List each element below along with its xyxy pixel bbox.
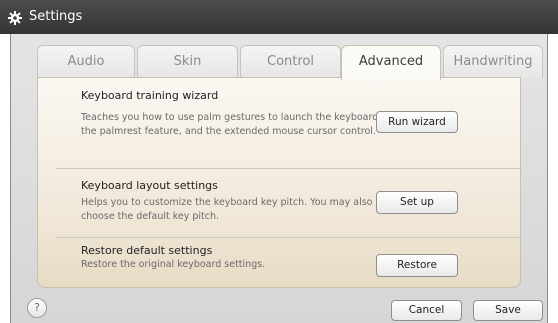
training-description-line: the palmrest feature, and the extended m… xyxy=(81,126,376,137)
cancel-button[interactable]: Cancel xyxy=(391,300,462,321)
tab-audio[interactable]: Audio xyxy=(37,45,135,78)
training-heading: Keyboard training wizard xyxy=(81,89,219,102)
restore-description: Restore the original keyboard settings. xyxy=(81,258,265,272)
window-title: Settings xyxy=(29,9,83,24)
section-divider xyxy=(56,237,522,238)
layout-description-line: choose the default key pitch. xyxy=(81,211,220,222)
advanced-panel: Keyboard training wizard Teaches you how… xyxy=(37,77,522,288)
title-bar: Settings xyxy=(0,0,558,34)
gear-icon xyxy=(8,10,22,25)
restore-heading: Restore default settings xyxy=(81,244,213,257)
layout-description: Helps you to customize the keyboard key … xyxy=(81,196,373,224)
tab-skin[interactable]: Skin xyxy=(137,45,238,78)
save-button[interactable]: Save xyxy=(473,300,543,321)
help-button[interactable]: ? xyxy=(27,298,47,318)
tab-advanced[interactable]: Advanced xyxy=(341,45,441,80)
restore-description-line: Restore the original keyboard settings. xyxy=(81,259,266,270)
tab-control[interactable]: Control xyxy=(240,45,341,78)
restore-button[interactable]: Restore xyxy=(376,254,458,277)
tab-handwriting[interactable]: Handwriting xyxy=(443,45,543,78)
training-description: Teaches you how to use palm gestures to … xyxy=(81,111,381,139)
run-wizard-button[interactable]: Run wizard xyxy=(376,111,458,133)
set-up-button[interactable]: Set up xyxy=(376,191,458,214)
training-description-line: Teaches you how to use palm gestures to … xyxy=(81,112,382,123)
layout-heading: Keyboard layout settings xyxy=(81,179,218,192)
layout-description-line: Helps you to customize the keyboard key … xyxy=(81,197,373,208)
section-divider xyxy=(56,168,522,169)
settings-window: Audio Skin Control Advanced Handwriting … xyxy=(10,34,548,323)
